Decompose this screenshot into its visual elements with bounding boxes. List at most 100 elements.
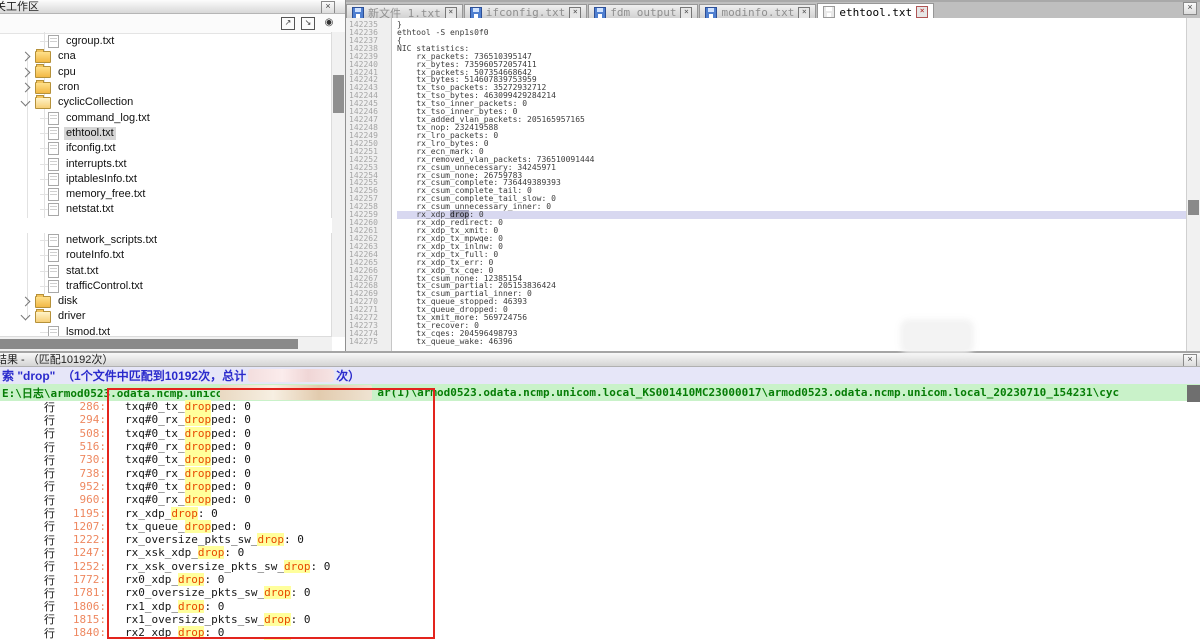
- expand-all-icon[interactable]: ↗: [281, 17, 295, 30]
- chevron-down-icon[interactable]: [21, 311, 31, 321]
- tree-item-ifconfig-txt[interactable]: ifconfig.txt: [0, 141, 332, 156]
- match-highlight: drop: [264, 586, 291, 599]
- tab-close-icon[interactable]: ×: [680, 7, 692, 19]
- result-row[interactable]: 行960:rxq#0_rx_dropped: 0: [0, 493, 1200, 506]
- result-row[interactable]: 行730:txq#0_tx_dropped: 0: [0, 453, 1200, 466]
- folder-icon: [35, 311, 51, 323]
- app-window: 关工作区 × ↗ ↘ ◉ cgroup.txtcnacpucroncyclicC…: [0, 0, 1200, 640]
- tree-item-command-log-txt[interactable]: command_log.txt: [0, 110, 332, 125]
- file-icon: [48, 265, 59, 278]
- result-row[interactable]: 行1195:rx_xdp_drop: 0: [0, 506, 1200, 519]
- result-row[interactable]: 行1815:rx1_oversize_pkts_sw_drop: 0: [0, 613, 1200, 626]
- tree-item-label: cna: [56, 50, 78, 63]
- tree-item-routeinfo-txt[interactable]: routeInfo.txt: [0, 248, 332, 263]
- result-row[interactable]: 行508:txq#0_tx_dropped: 0: [0, 427, 1200, 440]
- tree-item-disk[interactable]: disk: [0, 294, 332, 309]
- editor-area[interactable]: 142235}142236ethtool -S enp1s0f0142237{1…: [346, 18, 1187, 351]
- tabbar-close-icon[interactable]: ×: [1183, 2, 1197, 15]
- result-row[interactable]: 行1247:rx_xsk_xdp_drop: 0: [0, 546, 1200, 559]
- tree-item-interrupts-txt[interactable]: interrupts.txt: [0, 156, 332, 171]
- tree-gap: [0, 218, 332, 233]
- text-after-match: : 0: [204, 600, 224, 613]
- tree-item-network-scripts-txt[interactable]: network_scripts.txt: [0, 233, 332, 248]
- text-after-match: ped: 0: [211, 440, 251, 453]
- file-tree[interactable]: cgroup.txtcna cpucroncyclicCollectioncomm…: [0, 32, 332, 337]
- result-row[interactable]: 行1781:rx0_oversize_pkts_sw_drop: 0: [0, 586, 1200, 599]
- line-text: tx_xmit_more: 569724756: [397, 314, 1187, 322]
- collapse-all-icon[interactable]: ↘: [301, 17, 315, 30]
- tree-item-cpu[interactable]: cpu: [0, 65, 332, 80]
- tree-horizontal-scrollbar[interactable]: [0, 336, 332, 351]
- tree-item-ethtool-txt[interactable]: ethtool.txt: [0, 126, 332, 141]
- chevron-right-icon[interactable]: [21, 67, 31, 77]
- tree-item-netstat-txt[interactable]: netstat.txt: [0, 202, 332, 217]
- results-close-icon[interactable]: ×: [1183, 354, 1197, 367]
- result-row[interactable]: 行952:txq#0_tx_dropped: 0: [0, 480, 1200, 493]
- text-after-match: ped: 0: [211, 413, 251, 426]
- result-row[interactable]: 行1207:tx_queue_dropped: 0: [0, 520, 1200, 533]
- tree-item-label: disk: [56, 295, 80, 308]
- tree-item-cna[interactable]: cna: [0, 49, 332, 64]
- folder-icon: [35, 82, 51, 94]
- tree-item-label: cyclicCollection: [56, 96, 135, 109]
- file-icon: [48, 112, 59, 125]
- tree-item-driver[interactable]: driver: [0, 309, 332, 324]
- tab-close-icon[interactable]: ×: [569, 7, 581, 19]
- result-line-number: 1252:: [59, 560, 106, 573]
- chevron-right-icon[interactable]: [21, 83, 31, 93]
- tree-item-trafficcontrol-txt[interactable]: trafficControl.txt: [0, 279, 332, 294]
- tab-close-icon[interactable]: ×: [798, 7, 810, 19]
- result-row[interactable]: 行1806:rx1_xdp_drop: 0: [0, 599, 1200, 612]
- tree-horizontal-scrollbar-thumb[interactable]: [0, 339, 298, 349]
- result-row[interactable]: 行738:rxq#0_rx_dropped: 0: [0, 466, 1200, 479]
- editor-vertical-scrollbar[interactable]: [1186, 18, 1200, 351]
- result-row[interactable]: 行1840:rx2_xdp_drop: 0: [0, 626, 1200, 639]
- text-after-match: ped: 0: [211, 520, 251, 533]
- result-row[interactable]: 行286:txq#0_tx_dropped: 0: [0, 400, 1200, 413]
- redaction-blur: [248, 369, 334, 382]
- text-before-match: rx_xsk_oversize_pkts_sw_: [125, 560, 284, 573]
- text-after-match: : 0: [224, 546, 244, 559]
- line-text: rx_xdp_redirect: 0: [397, 219, 1187, 227]
- tree-item-cycliccollection[interactable]: cyclicCollection: [0, 95, 332, 110]
- tree-item-cgroup-txt[interactable]: cgroup.txt: [0, 34, 332, 49]
- file-icon: [48, 35, 59, 48]
- editor-lines: 142235}142236ethtool -S enp1s0f0142237{1…: [346, 21, 1187, 346]
- chevron-down-icon[interactable]: [21, 96, 31, 106]
- result-row[interactable]: 行516:rxq#0_rx_dropped: 0: [0, 440, 1200, 453]
- search-summary: 索 "drop" （1个文件中匹配到10192次，总计次）: [0, 367, 1200, 384]
- tree-vertical-scrollbar-thumb[interactable]: [333, 75, 344, 113]
- folder-icon: [35, 296, 51, 308]
- redaction-blur: [904, 323, 970, 350]
- result-row[interactable]: 行1252:rx_xsk_oversize_pkts_sw_drop: 0: [0, 560, 1200, 573]
- tab-close-icon[interactable]: ×: [445, 7, 457, 19]
- search-results-panel: 结果 - （匹配10192次） × 索 "drop" （1个文件中匹配到1019…: [0, 351, 1200, 640]
- chevron-right-icon[interactable]: [21, 297, 31, 307]
- result-line-number: 730:: [59, 453, 106, 466]
- chevron-right-icon[interactable]: [21, 52, 31, 62]
- editor-vertical-scrollbar-thumb[interactable]: [1188, 200, 1199, 215]
- tree-item-iptablesinfo-txt[interactable]: iptablesInfo.txt: [0, 172, 332, 187]
- text-before-match: rx_xsk_xdp_: [125, 546, 198, 559]
- matched-file-path[interactable]: E:\日志\armod0523.odata.ncmp.unicom.locaar…: [0, 384, 1200, 401]
- tree-item-label: trafficControl.txt: [64, 280, 145, 293]
- tree-item-memory-free-txt[interactable]: memory_free.txt: [0, 187, 332, 202]
- locate-file-icon[interactable]: ◉: [321, 16, 337, 31]
- line-text: tx_queue_wake: 46396: [397, 338, 1187, 346]
- tree-item-cron[interactable]: cron: [0, 80, 332, 95]
- result-row[interactable]: 行294:rxq#0_rx_dropped: 0: [0, 413, 1200, 426]
- result-row[interactable]: 行1222:rx_oversize_pkts_sw_drop: 0: [0, 533, 1200, 546]
- tree-item-stat-txt[interactable]: stat.txt: [0, 263, 332, 278]
- tree-vertical-scrollbar[interactable]: [331, 32, 345, 337]
- match-highlight: drop: [257, 533, 284, 546]
- tree-item-label: memory_free.txt: [64, 188, 147, 201]
- text-after-match: ped: 0: [211, 493, 251, 506]
- match-highlight: drop: [185, 467, 212, 480]
- result-line-number: 738:: [59, 467, 106, 480]
- search-summary-suffix: 次）: [336, 367, 360, 384]
- result-row[interactable]: 行1772:rx0_xdp_drop: 0: [0, 573, 1200, 586]
- result-line-number: 286:: [59, 400, 106, 413]
- text-after-match: : 0: [291, 586, 311, 599]
- tab-close-icon[interactable]: ×: [916, 6, 928, 18]
- workspace-close-icon[interactable]: ×: [321, 1, 335, 14]
